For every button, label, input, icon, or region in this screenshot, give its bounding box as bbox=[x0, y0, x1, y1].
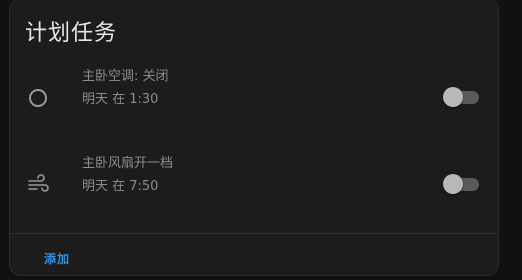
task-toggle[interactable] bbox=[443, 87, 481, 107]
task-item: 主卧风扇开一档 明天 在 7:50 bbox=[10, 149, 498, 219]
card-title: 计划任务 bbox=[25, 21, 118, 46]
footer-divider bbox=[10, 233, 498, 234]
task-name: 主卧空调: 关闭 bbox=[82, 69, 169, 84]
fan-wind-icon bbox=[27, 173, 49, 195]
task-name: 主卧风扇开一档 bbox=[82, 156, 174, 171]
toggle-knob bbox=[443, 87, 463, 107]
circle-outline-icon bbox=[27, 87, 49, 109]
task-item: 主卧空调: 关闭 明天 在 1:30 bbox=[10, 61, 498, 131]
task-time: 明天 在 7:50 bbox=[82, 179, 159, 194]
scheduled-tasks-card: 计划任务 主卧空调: 关闭 明天 在 1:30 主卧风扇开一档 明天 在 7:5… bbox=[9, 0, 499, 276]
toggle-knob bbox=[443, 174, 463, 194]
task-time: 明天 在 1:30 bbox=[82, 92, 159, 107]
add-button[interactable]: 添加 bbox=[44, 250, 70, 267]
task-toggle[interactable] bbox=[443, 174, 481, 194]
